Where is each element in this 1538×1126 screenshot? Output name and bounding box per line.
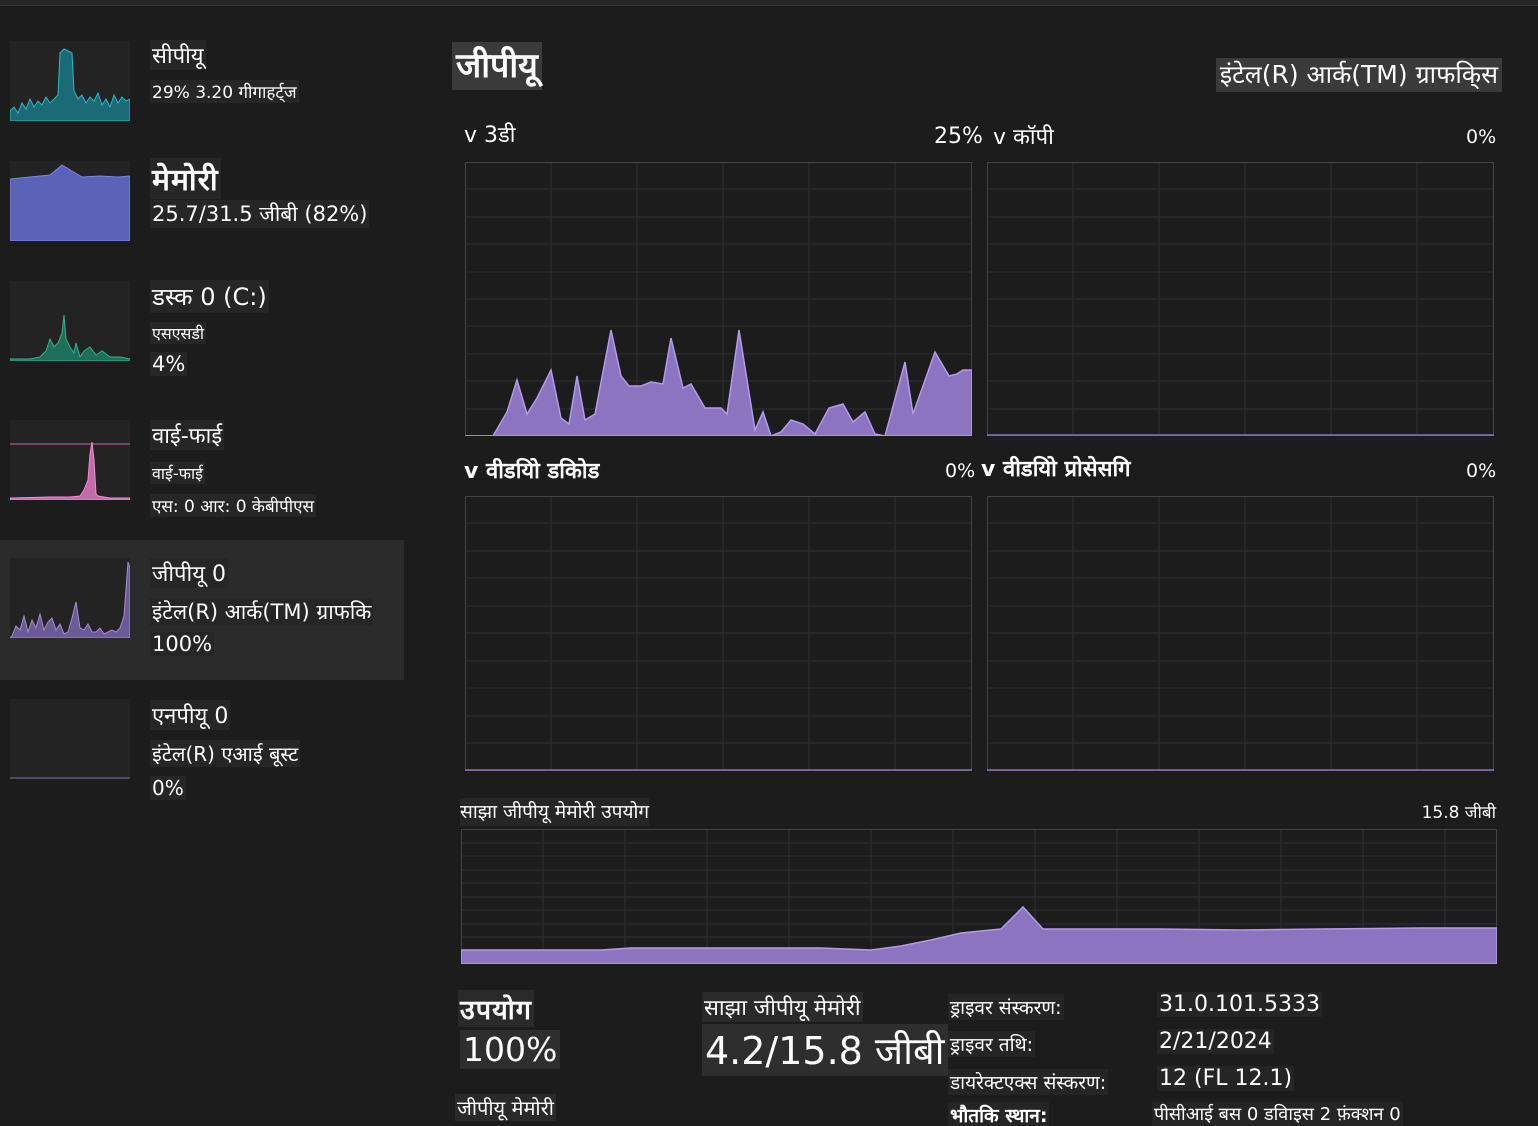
window-top-border [0,0,1538,6]
shared-gpu-memory-label: साझा जीपीयू मेमोरी [702,992,863,1022]
sidebar-item-wifi[interactable]: वाई-फाई वाई-फाई एस: 0 आर: 0 केबीपीएस [0,408,404,548]
engine-3d-graph [465,162,972,436]
gpu-thumbnail-graph [10,558,130,638]
wifi-adapter-name: वाई-फाई [150,462,206,484]
engine-video-decode-percent: 0% [945,460,976,482]
directx-version-label: डायरेक्टएक्स संस्करण: [948,1069,1109,1095]
engine-video-decode-graph [465,496,972,771]
sidebar-item-memory[interactable]: मेमोरी 25.7/31.5 जीबी (82%) [0,148,404,288]
physical-location-label: भौतकि स्थान: [948,1102,1050,1126]
disk-usage-percent: 4% [150,352,188,376]
shared-memory-graph-max: 15.8 जीबी [1421,803,1496,823]
engine-copy-selector[interactable]: v कॉपी [993,124,1054,152]
gpu-usage-percent: 100% [150,632,215,656]
engine-video-processing-percent: 0% [1466,460,1497,482]
gpu-memory-label: जीपीयू मेमोरी [455,1094,556,1121]
engine-copy-graph [987,162,1494,436]
engine-video-processing-graph [987,496,1494,771]
gpu-adapter-title: इंटेल(R) आर्क(TM) ग्राफकि्स [1215,58,1502,92]
engine-3d-selector[interactable]: v 3डी [464,122,515,150]
disk-thumbnail-graph [10,281,130,361]
npu-usage-percent: 0% [150,776,186,800]
engine-3d-percent: 25% [934,124,983,149]
sidebar-item-gpu[interactable]: जीपीयू 0 इंटेल(R) आर्क(TM) ग्राफकि 100% [0,540,404,680]
directx-version-value: 12 (FL 12.1) [1157,1066,1295,1091]
sidebar-item-disk[interactable]: डस्क 0 (C:) एसएसडी 4% [0,268,404,408]
shared-memory-graph [461,829,1497,964]
driver-version-label: ड्राइवर संस्करण: [948,994,1064,1020]
wifi-rate: एस: 0 आर: 0 केबीपीएस [150,494,317,517]
page-title: जीपीयू [452,42,542,90]
driver-version-value: 31.0.101.5333 [1157,992,1322,1017]
disk-title: डस्क 0 (C:) [150,280,269,313]
shared-memory-graph-label: साझा जीपीयू मेमोरी उपयोग [460,798,650,826]
gpu-title: जीपीयू 0 [150,558,228,588]
cpu-thumbnail-graph [10,41,130,121]
engine-video-processing-selector[interactable]: v वीडयिो प्रोसेसगि [981,456,1131,484]
wifi-title: वाई-फाई [150,420,225,450]
sidebar-item-cpu[interactable]: सीपीयू 29% 3.20 गीगाहर्ट्ज [0,28,404,168]
wifi-thumbnail-graph [10,420,130,500]
disk-type: एसएसडी [150,322,207,344]
memory-title: मेमोरी [150,158,221,199]
usage-label: उपयोग [458,990,534,1027]
memory-usage-text: 25.7/31.5 जीबी (82%) [150,200,370,228]
npu-thumbnail-graph [10,699,130,779]
npu-title: एनपीयू 0 [150,700,231,730]
usage-value: 100% [460,1030,561,1069]
engine-copy-percent: 0% [1466,126,1497,148]
memory-thumbnail-graph [10,161,130,241]
driver-date-value: 2/21/2024 [1157,1029,1274,1054]
physical-location-value: पीसीआई बस 0 डवािइस 2 फ़ंक्शन 0 [1152,1102,1403,1126]
engine-video-decode-selector[interactable]: v वीडयिो डकिोड [464,458,599,486]
sidebar-item-npu[interactable]: एनपीयू 0 इंटेल(R) एआई बूस्ट 0% [0,684,404,824]
cpu-title: सीपीयू [150,40,206,70]
npu-adapter-name: इंटेल(R) एआई बूस्ट [150,740,301,767]
shared-gpu-memory-value: 4.2/15.8 जीबी [702,1024,948,1076]
cpu-usage-text: 29% 3.20 गीगाहर्ट्ज [150,80,299,103]
gpu-adapter-name: इंटेल(R) आर्क(TM) ग्राफकि [150,598,374,626]
driver-date-label: ड्राइवर तथि: [948,1031,1036,1057]
